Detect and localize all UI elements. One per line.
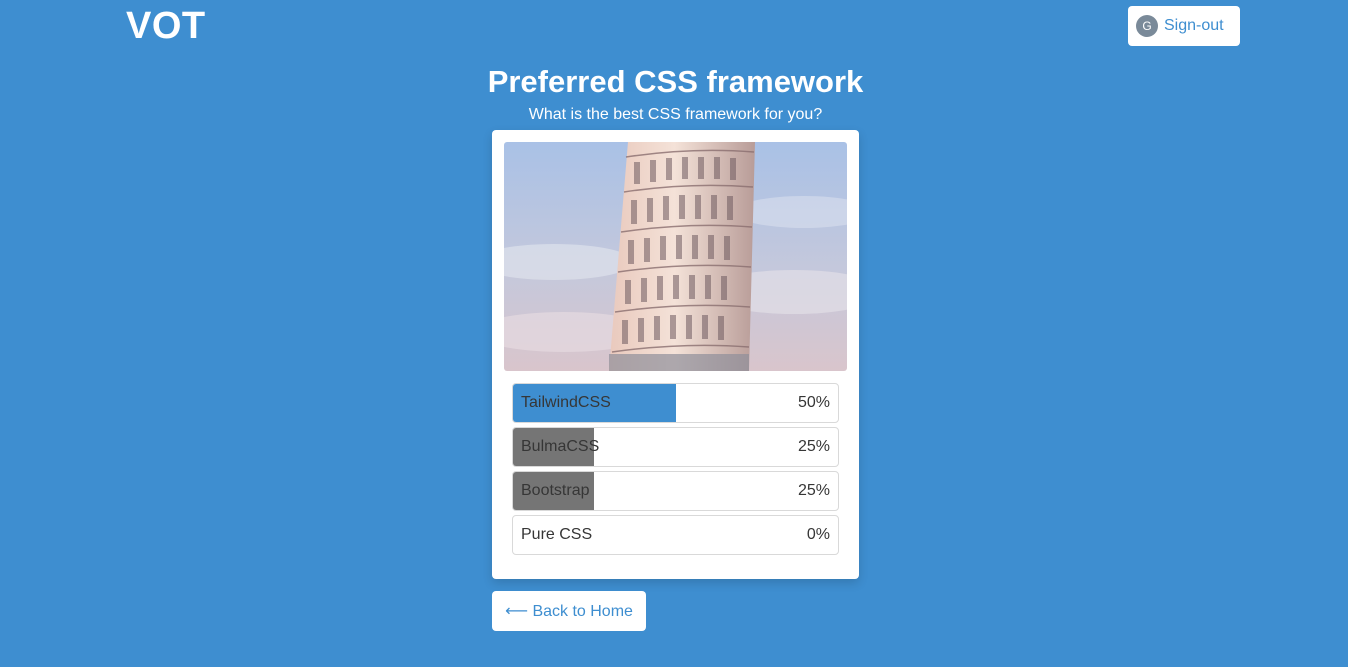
poll-subtitle: What is the best CSS framework for you?	[528, 106, 823, 123]
sign-out-button[interactable]: G Sign-out	[1128, 6, 1240, 46]
option-percent: 25%	[797, 482, 830, 499]
poll-option-pure-css[interactable]: Pure CSS 0%	[512, 515, 839, 555]
option-percent: 0%	[806, 526, 830, 543]
option-label: Pure CSS	[521, 526, 593, 543]
option-percent: 50%	[797, 394, 830, 411]
option-label: BulmaCSS	[521, 438, 600, 455]
poll-option-bulmacss[interactable]: BulmaCSS 25%	[512, 427, 839, 467]
brand-logo[interactable]: VOT	[126, 5, 206, 48]
poll-title: Preferred CSS framework	[487, 64, 864, 99]
option-label: TailwindCSS	[521, 394, 611, 411]
leaning-tower-photo	[504, 142, 847, 371]
back-to-home-button[interactable]: ⟵ Back to Home	[492, 591, 646, 631]
sign-out-label: Sign-out	[1164, 17, 1224, 34]
poll-card: TailwindCSS 50% BulmaCSS 25% Bootstrap 2…	[492, 130, 859, 579]
option-percent: 25%	[797, 438, 830, 455]
option-label: Bootstrap	[521, 482, 590, 499]
user-avatar: G	[1136, 15, 1158, 37]
poll-option-bootstrap[interactable]: Bootstrap 25%	[512, 471, 839, 511]
poll-option-tailwindcss[interactable]: TailwindCSS 50%	[512, 383, 839, 423]
